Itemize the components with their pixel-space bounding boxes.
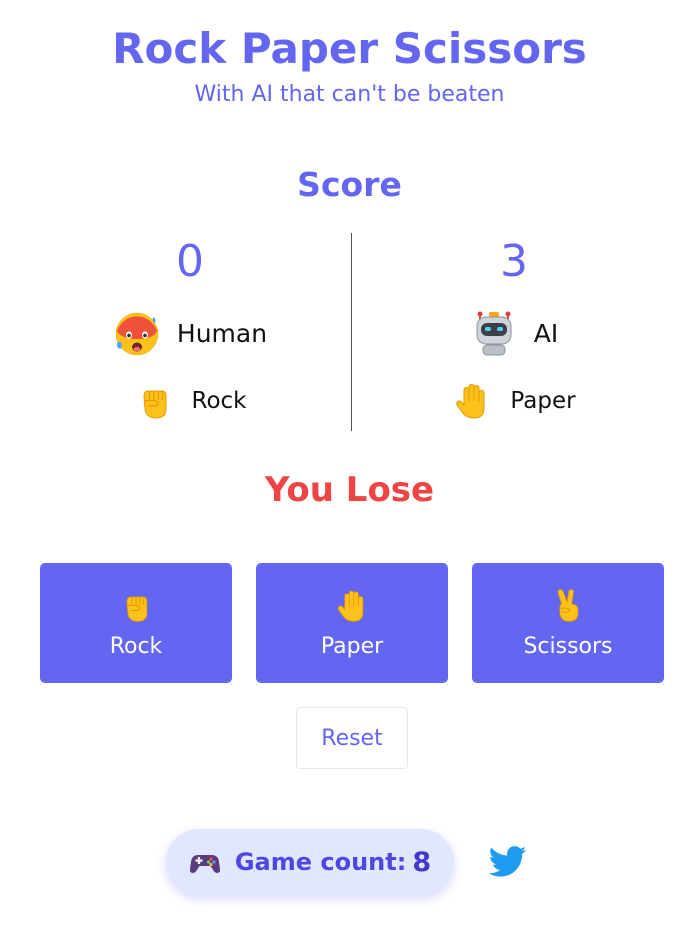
paper-button[interactable]: Paper (256, 563, 448, 683)
human-points: 0 (176, 236, 204, 287)
ai-move-label: Paper (510, 388, 576, 414)
human-move: Rock (50, 378, 330, 424)
score-heading: Score (297, 165, 402, 204)
raised-hand-icon (456, 383, 485, 419)
hot-face-icon (115, 312, 159, 356)
scissors-button-label: Scissors (523, 633, 613, 659)
page-title: Rock Paper Scissors (112, 24, 587, 73)
raised-hand-icon (337, 590, 364, 622)
game-result: You Lose (264, 470, 435, 510)
rock-button[interactable]: Rock (40, 563, 232, 683)
ai-move: Paper (374, 378, 654, 424)
score-divider (351, 233, 352, 431)
human-move-label: Rock (191, 388, 247, 414)
scissors-button[interactable]: Scissors (472, 563, 664, 683)
game-count-value: 8 (412, 846, 432, 878)
game-count-badge: Game count: 8 (166, 829, 454, 895)
ai-name: AI (533, 318, 559, 348)
game-controller-icon (189, 855, 220, 873)
raised-fist-icon (126, 596, 148, 622)
ai-points: 3 (500, 236, 528, 287)
human-name: Human (176, 318, 268, 348)
ai-identity: AI (374, 308, 654, 358)
victory-hand-icon (557, 588, 579, 622)
choice-buttons: Rock Paper Scissors (40, 563, 664, 683)
raised-fist-icon (142, 390, 166, 419)
human-score-panel: 0 Human Rock (50, 236, 330, 424)
game-count-label: Game count: (234, 848, 407, 876)
human-identity: Human (50, 308, 330, 358)
paper-button-label: Paper (320, 633, 384, 659)
ai-score-panel: 3 AI Paper (374, 236, 654, 424)
page-subtitle: With AI that can't be beaten (194, 82, 505, 107)
reset-button[interactable]: Reset (296, 707, 408, 769)
twitter-icon[interactable] (489, 845, 527, 879)
rock-button-label: Rock (109, 633, 163, 659)
robot-icon (476, 311, 512, 356)
